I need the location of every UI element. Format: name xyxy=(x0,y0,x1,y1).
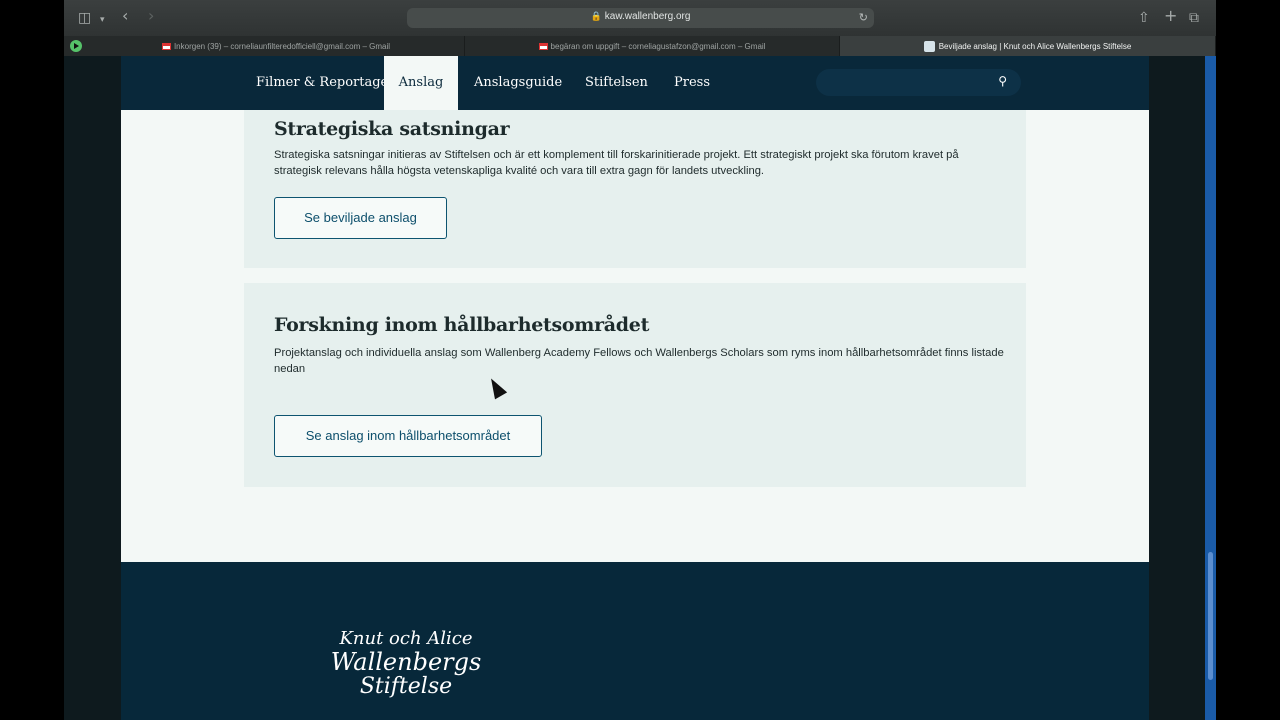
tab-label: Beviljade anslag | Knut och Alice Wallen… xyxy=(938,41,1132,51)
gmail-icon xyxy=(161,42,171,50)
share-icon[interactable]: ⇧ xyxy=(1138,9,1150,27)
tab-gmail-request[interactable]: begäran om uppgift – corneliagustafzon@g… xyxy=(465,36,840,56)
scrollbar[interactable] xyxy=(1205,56,1216,720)
site-footer: Knut och Alice Wallenbergs Stiftelse xyxy=(121,562,1149,720)
card-text: Strategiska satsningar initieras av Stif… xyxy=(274,149,959,177)
card-title: Strategiska satsningar xyxy=(274,118,510,140)
lock-icon: 🔒 xyxy=(590,12,602,22)
kaw-favicon-icon xyxy=(923,40,935,52)
logo-line: Knut och Alice xyxy=(339,628,473,649)
tab-label: begäran om uppgift – corneliagustafzon@g… xyxy=(550,41,766,51)
chevron-down-icon[interactable]: ▾ xyxy=(100,11,105,29)
nav-anslagsguide[interactable]: Anslagsguide xyxy=(474,56,562,110)
browser-toolbar: ◫ ▾ ‹ › 🔒 kaw.wallenberg.org ↻ ⇧ + ⧉ xyxy=(64,0,1216,36)
nav-press[interactable]: Press xyxy=(674,56,710,110)
logo-line: Wallenbergs xyxy=(330,648,482,676)
se-beviljade-anslag-button[interactable]: Se beviljade anslag xyxy=(274,197,447,239)
url-text: 🔒 kaw.wallenberg.org xyxy=(590,11,691,22)
card-text: Projektanslag och individuella anslag so… xyxy=(274,347,1004,375)
reload-icon[interactable]: ↻ xyxy=(859,11,868,24)
nav-filmer-reportage[interactable]: Filmer & Reportage xyxy=(256,56,388,110)
tab-label: Inkorgen (39) – cornelia​unfilteredoffic… xyxy=(173,41,391,51)
forward-icon[interactable]: › xyxy=(148,7,154,25)
sidebar-toggle-icon[interactable]: ◫ xyxy=(78,9,91,27)
screen: ◫ ▾ ‹ › 🔒 kaw.wallenberg.org ↻ ⇧ + ⧉ Inko… xyxy=(0,0,1280,720)
browser-window: ◫ ▾ ‹ › 🔒 kaw.wallenberg.org ↻ ⇧ + ⧉ Inko… xyxy=(64,0,1216,720)
site-nav: Filmer & Reportage Anslag Anslagsguide S… xyxy=(121,56,1149,110)
tab-bar: Inkorgen (39) – cornelia​unfilteredoffic… xyxy=(64,36,1216,56)
search-input[interactable]: ⚲ xyxy=(816,69,1021,96)
logo-line: Stiftelse xyxy=(359,674,453,699)
tab-overview-icon[interactable]: ⧉ xyxy=(1189,9,1199,27)
nav-anslag[interactable]: Anslag xyxy=(384,56,458,110)
search-icon[interactable]: ⚲ xyxy=(998,74,1007,88)
web-page: Filmer & Reportage Anslag Anslagsguide S… xyxy=(121,56,1149,720)
tab-gmail-inbox[interactable]: Inkorgen (39) – cornelia​unfilteredoffic… xyxy=(88,36,465,56)
nav-stiftelsen[interactable]: Stiftelsen xyxy=(585,56,648,110)
card-strategiska-satsningar: Strategiska satsningar Strategiska satsn… xyxy=(244,110,1026,268)
card-title: Forskning inom hållbarhetsområdet xyxy=(274,314,650,336)
card-hallbarhet: Forskning inom hållbarhetsområdet Projek… xyxy=(244,283,1026,487)
scrollbar-thumb[interactable] xyxy=(1208,552,1213,680)
play-icon[interactable] xyxy=(70,40,82,52)
se-anslag-hallbarhet-button[interactable]: Se anslag inom hållbarhetsområdet xyxy=(274,415,542,457)
back-icon[interactable]: ‹ xyxy=(122,7,128,25)
gmail-icon xyxy=(538,42,548,50)
kaw-logo[interactable]: Knut och Alice Wallenbergs Stiftelse xyxy=(321,630,491,698)
new-tab-icon[interactable]: + xyxy=(1164,7,1177,25)
tab-kaw-grants[interactable]: Beviljade anslag | Knut och Alice Wallen… xyxy=(840,36,1216,56)
address-bar[interactable]: 🔒 kaw.wallenberg.org ↻ xyxy=(407,8,874,28)
